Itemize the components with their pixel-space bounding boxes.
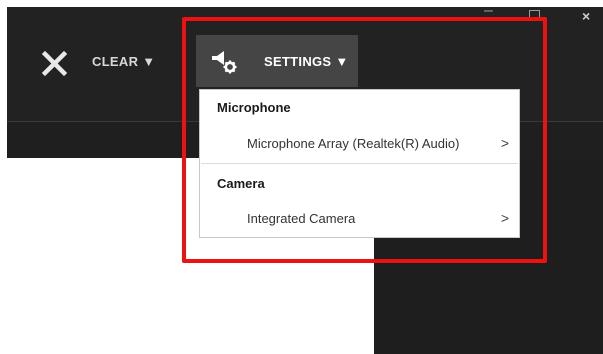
highlight-box	[182, 17, 547, 263]
close-x-icon[interactable]	[40, 48, 70, 78]
minimize-button[interactable]: –	[484, 3, 493, 19]
clear-button[interactable]: CLEAR ▼	[92, 54, 155, 69]
close-window-button[interactable]: ×	[582, 9, 590, 23]
